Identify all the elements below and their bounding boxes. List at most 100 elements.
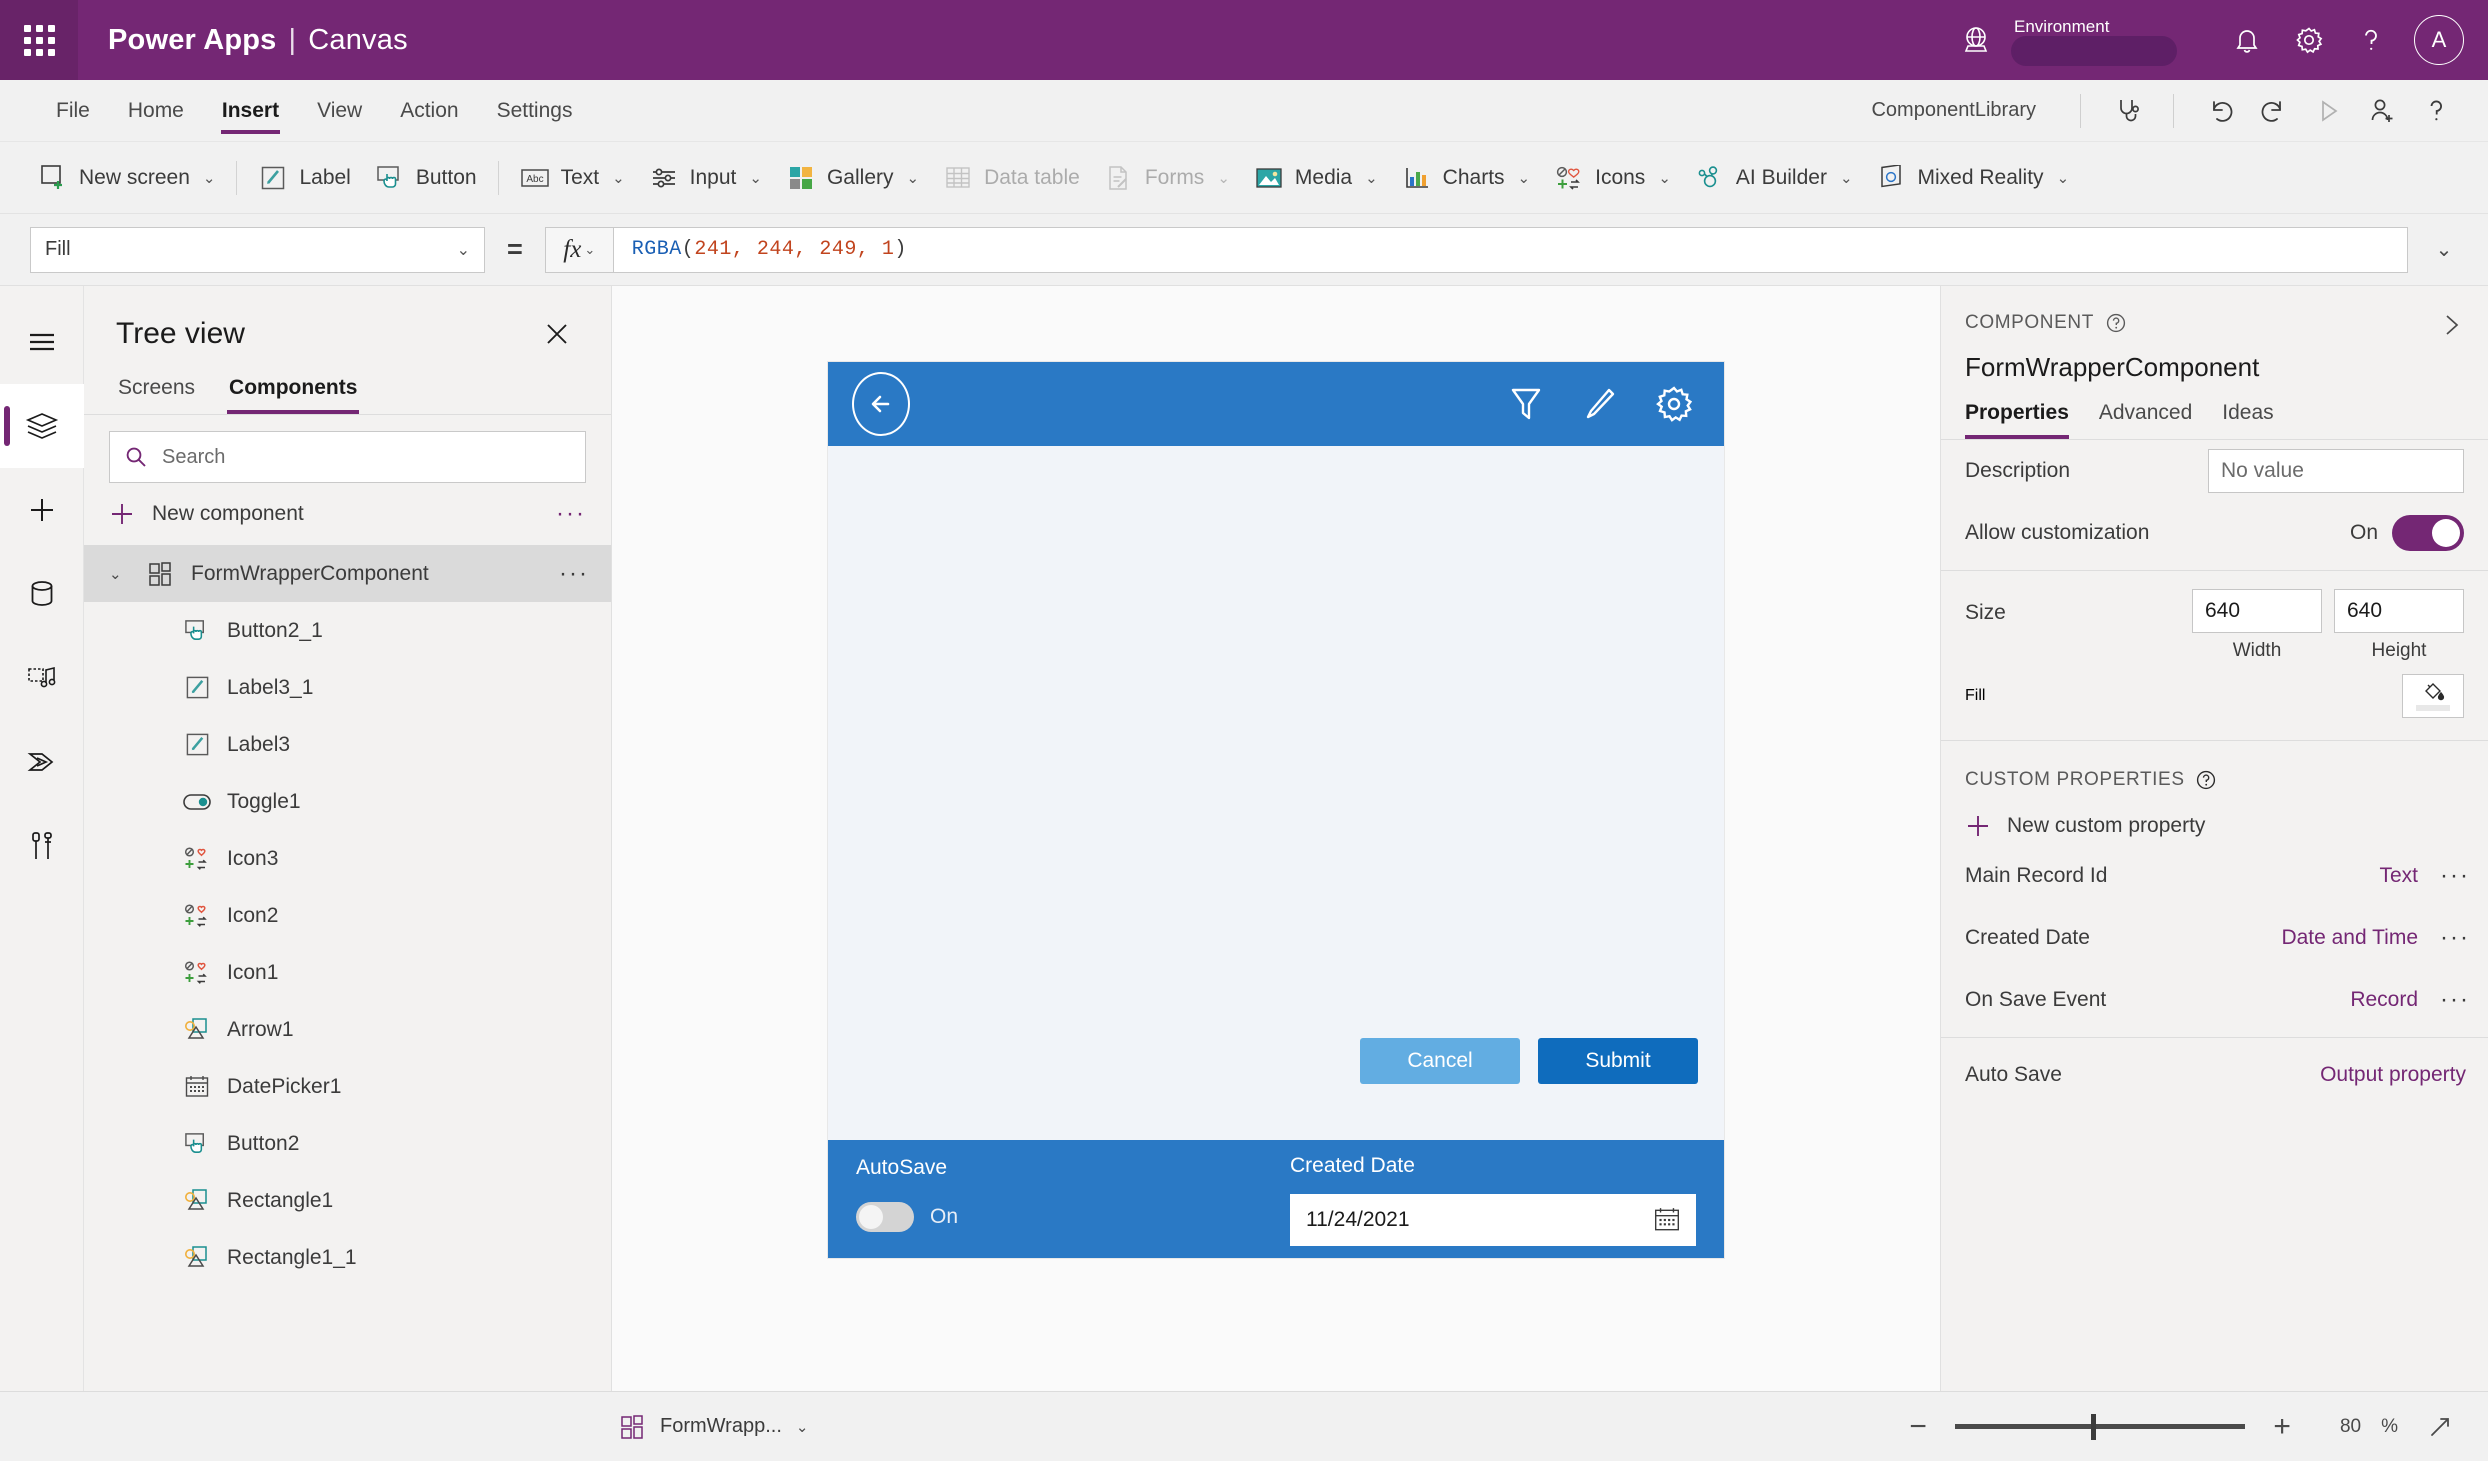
help-circle-icon[interactable] [2195,769,2217,791]
hamburger-icon[interactable] [0,300,84,384]
tree-node-menu-icon[interactable]: ··· [559,560,589,588]
zoom-out-button[interactable]: − [1901,1411,1935,1441]
environment-picker[interactable]: Environment [1954,17,2174,63]
chevron-down-icon[interactable]: ⌄ [796,1418,809,1436]
chevron-down-icon[interactable]: ⌄ [109,565,131,583]
ribbon-label[interactable]: Label [246,152,362,204]
zoom-slider[interactable] [1955,1413,2246,1440]
custom-property-menu-icon[interactable]: ··· [2440,862,2470,890]
tree-node-button2-1[interactable]: Button2_1 [84,602,611,659]
property-select[interactable]: Fill ⌄ [30,226,485,273]
ribbon-media[interactable]: Media ⌄ [1242,152,1390,204]
formula-input[interactable]: RGBA(241, 244, 249, 1) [612,226,2408,273]
pencil-icon[interactable] [1574,378,1626,430]
help-icon[interactable] [2342,11,2400,69]
sidebar-item-data[interactable] [0,552,84,636]
menu-item-insert[interactable]: Insert [204,80,297,142]
status-component-selector[interactable]: FormWrapp... ⌄ [620,1414,808,1440]
submit-button[interactable]: Submit [1538,1038,1698,1084]
cancel-button[interactable]: Cancel [1360,1038,1520,1084]
filter-icon[interactable] [1500,378,1552,430]
search-input[interactable]: Search [109,431,586,483]
back-arrow-icon[interactable] [852,372,910,436]
fx-button[interactable]: fx ⌄ [544,226,613,273]
gear-icon[interactable] [1648,378,1700,430]
tab-components[interactable]: Components [227,366,360,414]
new-custom-property-button[interactable]: New custom property [1941,791,2488,845]
help-icon[interactable] [2410,85,2462,137]
stethoscope-icon[interactable] [2101,85,2153,137]
component-canvas[interactable]: Cancel Submit AutoSave On Created Date 1… [828,362,1724,1258]
ribbon-new-screen[interactable]: New screen ⌄ [26,152,227,204]
allow-customization-toggle[interactable] [2392,515,2464,551]
menu-item-action[interactable]: Action [382,80,476,142]
tab-properties[interactable]: Properties [1965,401,2069,439]
custom-property-menu-icon[interactable]: ··· [2440,986,2470,1014]
tree-node-label3-1[interactable]: Label3_1 [84,659,611,716]
height-input[interactable]: 640 [2334,589,2464,633]
custom-property-main-record-id[interactable]: Main Record Id Text ··· [1941,845,2488,907]
autosave-toggle[interactable] [856,1202,914,1232]
created-date-input[interactable]: 11/24/2021 [1290,1194,1696,1246]
tree-node-toggle1[interactable]: Toggle1 [84,773,611,830]
new-component-menu-icon[interactable]: ··· [556,500,586,528]
help-circle-icon[interactable] [2105,312,2127,334]
width-input[interactable]: 640 [2192,589,2322,633]
tab-ideas[interactable]: Ideas [2222,401,2273,439]
tree-node-arrow1[interactable]: Arrow1 [84,1001,611,1058]
tab-advanced[interactable]: Advanced [2099,401,2192,439]
ribbon-forms[interactable]: Forms ⌄ [1092,152,1242,204]
ribbon-button[interactable]: Button [363,152,489,204]
custom-property-menu-icon[interactable]: ··· [2440,924,2470,952]
expand-icon[interactable] [2418,1405,2462,1449]
sidebar-item-insert[interactable] [0,468,84,552]
avatar[interactable]: A [2414,15,2464,65]
tree-node-rectangle1[interactable]: Rectangle1 [84,1172,611,1229]
custom-property-on-save-event[interactable]: On Save Event Record ··· [1941,969,2488,1031]
ribbon-icons[interactable]: Icons ⌄ [1542,152,1683,204]
sidebar-item-tree-view[interactable] [0,384,84,468]
redo-icon[interactable] [2248,85,2300,137]
new-component-button[interactable]: New component ··· [84,483,611,545]
bell-icon[interactable] [2218,11,2276,69]
tree-node-label3[interactable]: Label3 [84,716,611,773]
ribbon-text[interactable]: Abc Text ⌄ [508,152,637,204]
tree-node-root[interactable]: ⌄ FormWrapperComponent ··· [84,545,611,602]
custom-property-created-date[interactable]: Created Date Date and Time ··· [1941,907,2488,969]
chevron-right-icon[interactable] [2438,312,2464,338]
ribbon-mixed-reality[interactable]: Mixed Reality ⌄ [1865,152,2082,204]
share-icon[interactable] [2356,85,2408,137]
formula-expand-button[interactable]: ⌄ [2416,227,2472,273]
canvas-area[interactable]: Cancel Submit AutoSave On Created Date 1… [612,286,1940,1391]
tab-screens[interactable]: Screens [116,366,197,414]
gear-icon[interactable] [2280,11,2338,69]
calendar-icon[interactable] [1650,1203,1684,1237]
app-launcher-button[interactable] [0,0,78,80]
tree-node-icon1[interactable]: Icon1 [84,944,611,1001]
tree-node-rectangle1-1[interactable]: Rectangle1_1 [84,1229,611,1286]
menu-item-view[interactable]: View [299,80,380,142]
ribbon-input[interactable]: Input ⌄ [637,152,774,204]
menu-item-settings[interactable]: Settings [479,80,591,142]
sidebar-item-power-automate[interactable] [0,720,84,804]
tree-node-icon2[interactable]: Icon2 [84,887,611,944]
close-icon[interactable] [535,312,579,356]
tree-node-datepicker1[interactable]: DatePicker1 [84,1058,611,1115]
play-icon[interactable] [2302,85,2354,137]
tree-node-button2[interactable]: Button2 [84,1115,611,1172]
ribbon-charts[interactable]: Charts ⌄ [1390,152,1542,204]
description-field[interactable]: No value [2208,449,2464,493]
fill-color-button[interactable] [2402,674,2464,718]
zoom-slider-thumb[interactable] [2091,1413,2097,1440]
sidebar-item-variables[interactable] [0,804,84,888]
undo-icon[interactable] [2194,85,2246,137]
tree-node-icon3[interactable]: Icon3 [84,830,611,887]
ribbon-ai-builder[interactable]: AI Builder ⌄ [1683,152,1865,204]
sidebar-item-media[interactable] [0,636,84,720]
ribbon-data-table[interactable]: Data table [931,152,1092,204]
zoom-in-button[interactable]: + [2265,1411,2299,1441]
ribbon-gallery[interactable]: Gallery ⌄ [774,152,931,204]
menu-item-home[interactable]: Home [110,80,202,142]
custom-property-auto-save[interactable]: Auto Save Output property [1941,1044,2488,1106]
menu-item-file[interactable]: File [38,80,108,142]
